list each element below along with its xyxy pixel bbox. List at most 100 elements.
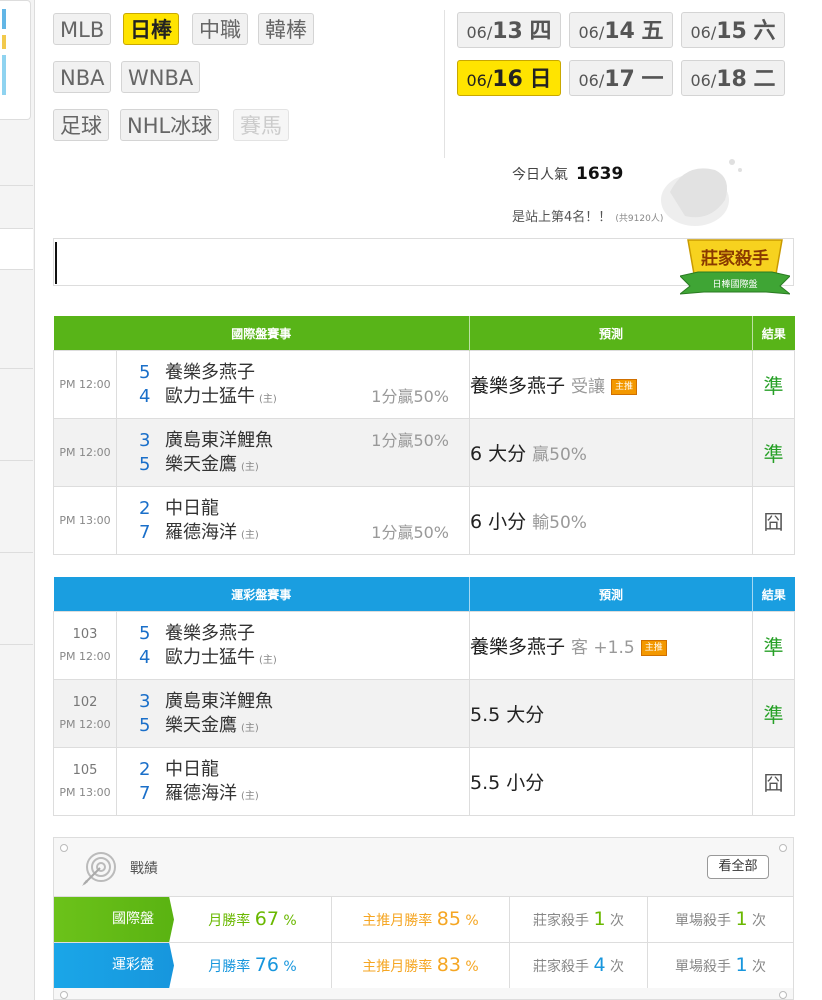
- game-time-text: PM 12:00: [59, 649, 111, 663]
- game-teams: 3 廣島東洋鯉魚 1分贏50% 5 樂天金鷹 (主): [115, 418, 471, 487]
- prediction-pick: 6 小分: [470, 511, 527, 533]
- game-time: 105 PM 13:00: [53, 747, 117, 816]
- handicap: 1分贏50%: [371, 386, 450, 406]
- host-marker: (主): [259, 393, 277, 405]
- prediction: 養樂多燕子客 +1.5 主推: [469, 611, 754, 680]
- rank-total: (共9120人): [615, 214, 664, 224]
- date-0614[interactable]: 06/14 五: [569, 12, 673, 48]
- times: 次: [610, 959, 624, 975]
- push-badge: 主推: [611, 378, 638, 395]
- intl-header-games: 國際盤賽事: [53, 316, 471, 351]
- single-count: 1: [735, 954, 748, 976]
- date-0615[interactable]: 06/15 六: [681, 12, 785, 48]
- date-month: 06/: [690, 71, 717, 90]
- sidebar-marker-lightblue: [2, 55, 6, 95]
- date-weekday: 四: [529, 19, 552, 44]
- banker-label: 莊家殺手: [533, 913, 589, 929]
- view-all-button[interactable]: 看全部: [707, 855, 769, 879]
- league-tag-mlb[interactable]: MLB: [53, 13, 112, 45]
- push-month-rate: 主推月勝率 83 %: [331, 943, 509, 988]
- lottery-games-table: 運彩盤賽事 預測 結果 103 PM 12:00 5 養樂多燕子 4 歐力士猛牛 (主)…: [53, 577, 796, 816]
- corner-dot: [60, 991, 68, 999]
- away-name: 廣島東洋鯉魚: [165, 690, 273, 712]
- league-tag-soccer[interactable]: 足球: [53, 109, 109, 141]
- corner-dot: [779, 844, 787, 852]
- record-label-text: 國際盤: [112, 911, 154, 927]
- popularity-today: 今日人氣 1639: [512, 164, 623, 184]
- home-name: 歐力士猛牛: [165, 385, 255, 407]
- home-team: 4 歐力士猛牛 (主) 1分贏50%: [117, 385, 469, 409]
- game-teams: 3 廣島東洋鯉魚 5 樂天金鷹 (主): [115, 679, 471, 748]
- date-month: 06/: [690, 23, 717, 42]
- rank-text: 是站上第4名！！: [512, 210, 612, 225]
- single-killer-count: 單場殺手 1 次: [647, 943, 793, 988]
- record-title: 戰績: [130, 861, 158, 877]
- league-tag-nba[interactable]: NBA: [53, 61, 112, 93]
- date-0613[interactable]: 06/13 四: [457, 12, 561, 48]
- result: 囧: [752, 747, 796, 816]
- away-score: 5: [139, 622, 151, 644]
- single-label: 單場殺手: [675, 913, 731, 929]
- date-weekday: 二: [753, 67, 776, 92]
- banker-count: 4: [593, 954, 606, 976]
- prediction-pick: 養樂多燕子: [470, 375, 566, 397]
- table-row[interactable]: PM 12:00 5 養樂多燕子 4 歐力士猛牛 (主) 1分贏50% 養樂多燕子 受讓主…: [53, 350, 796, 419]
- record-label: 國際盤: [54, 897, 174, 942]
- home-score: 4: [139, 646, 151, 668]
- table-row[interactable]: PM 13:00 2 中日龍 7 羅德海洋 (主) 1分贏50% 6 小分 輸50% 囧: [53, 486, 796, 555]
- host-marker: (主): [259, 654, 277, 666]
- game-time: 103 PM 12:00: [53, 611, 117, 680]
- host-marker: (主): [241, 722, 259, 734]
- prediction: 6 大分 贏50%: [469, 418, 754, 487]
- home-score: 5: [139, 453, 151, 475]
- times: 次: [752, 959, 766, 975]
- date-0616[interactable]: 06/16 日: [457, 60, 561, 96]
- sidebar-divider: [0, 644, 33, 645]
- date-0618[interactable]: 06/18 二: [681, 60, 785, 96]
- home-score: 7: [139, 521, 151, 543]
- home-score: 5: [139, 714, 151, 736]
- league-tag-kbo[interactable]: 韓棒: [258, 13, 314, 45]
- away-score: 5: [139, 361, 151, 383]
- sidebar-divider: [0, 552, 33, 553]
- away-name: 養樂多燕子: [165, 361, 255, 383]
- sidebar-marker-blue: [2, 9, 6, 29]
- pct: %: [283, 913, 297, 929]
- home-team: 7 羅德海洋 (主) 1分贏50%: [117, 521, 469, 545]
- table-row[interactable]: 103 PM 12:00 5 養樂多燕子 4 歐力士猛牛 (主) 養樂多燕子客 +1.5…: [53, 611, 796, 680]
- prediction-sub: 輸50%: [532, 513, 587, 533]
- date-month: 06/: [578, 71, 605, 90]
- league-tag-nhl[interactable]: NHL冰球: [120, 109, 220, 141]
- prediction: 養樂多燕子 受讓 主推: [469, 350, 754, 419]
- table-row[interactable]: PM 12:00 3 廣島東洋鯉魚 1分贏50% 5 樂天金鷹 (主) 6 大分 贏50%…: [53, 418, 796, 487]
- game-time: PM 12:00: [53, 418, 117, 487]
- table-row[interactable]: 102 PM 12:00 3 廣島東洋鯉魚 5 樂天金鷹 (主) 5.5 大分 準: [53, 679, 796, 748]
- league-tag-wnba[interactable]: WNBA: [121, 61, 201, 93]
- banker-killer-count: 莊家殺手 1 次: [509, 897, 647, 942]
- banker-killer-count: 莊家殺手 4 次: [509, 943, 647, 988]
- home-team: 4 歐力士猛牛 (主): [117, 646, 469, 670]
- date-day: 13: [492, 19, 523, 44]
- game-teams: 2 中日龍 7 羅德海洋 (主): [115, 747, 471, 816]
- times: 次: [610, 913, 624, 929]
- away-team: 3 廣島東洋鯉魚 1分贏50%: [117, 429, 469, 453]
- month-rate-label: 月勝率: [208, 959, 251, 975]
- home-name: 樂天金鷹: [165, 453, 237, 475]
- game-code: 103: [72, 626, 98, 642]
- home-name: 樂天金鷹: [165, 714, 237, 736]
- table-row[interactable]: 105 PM 13:00 2 中日龍 7 羅德海洋 (主) 5.5 小分 囧: [53, 747, 796, 816]
- date-month: 06/: [578, 23, 605, 42]
- sidebar-item[interactable]: [0, 228, 33, 270]
- league-tag-npb[interactable]: 日棒: [123, 13, 179, 45]
- text-cursor: [55, 242, 57, 284]
- prediction-pick: 5.5 小分: [470, 772, 545, 794]
- month-rate: 月勝率 67 %: [174, 897, 331, 942]
- result: 準: [752, 418, 796, 487]
- single-killer-count: 單場殺手 1 次: [647, 897, 793, 942]
- corner-dot: [779, 991, 787, 999]
- league-tag-cpbl[interactable]: 中職: [192, 13, 248, 45]
- prediction-sub: 受讓: [571, 377, 606, 397]
- date-0617[interactable]: 06/17 一: [569, 60, 673, 96]
- push-rate-label: 主推月勝率: [362, 959, 433, 975]
- away-score: 2: [139, 497, 151, 519]
